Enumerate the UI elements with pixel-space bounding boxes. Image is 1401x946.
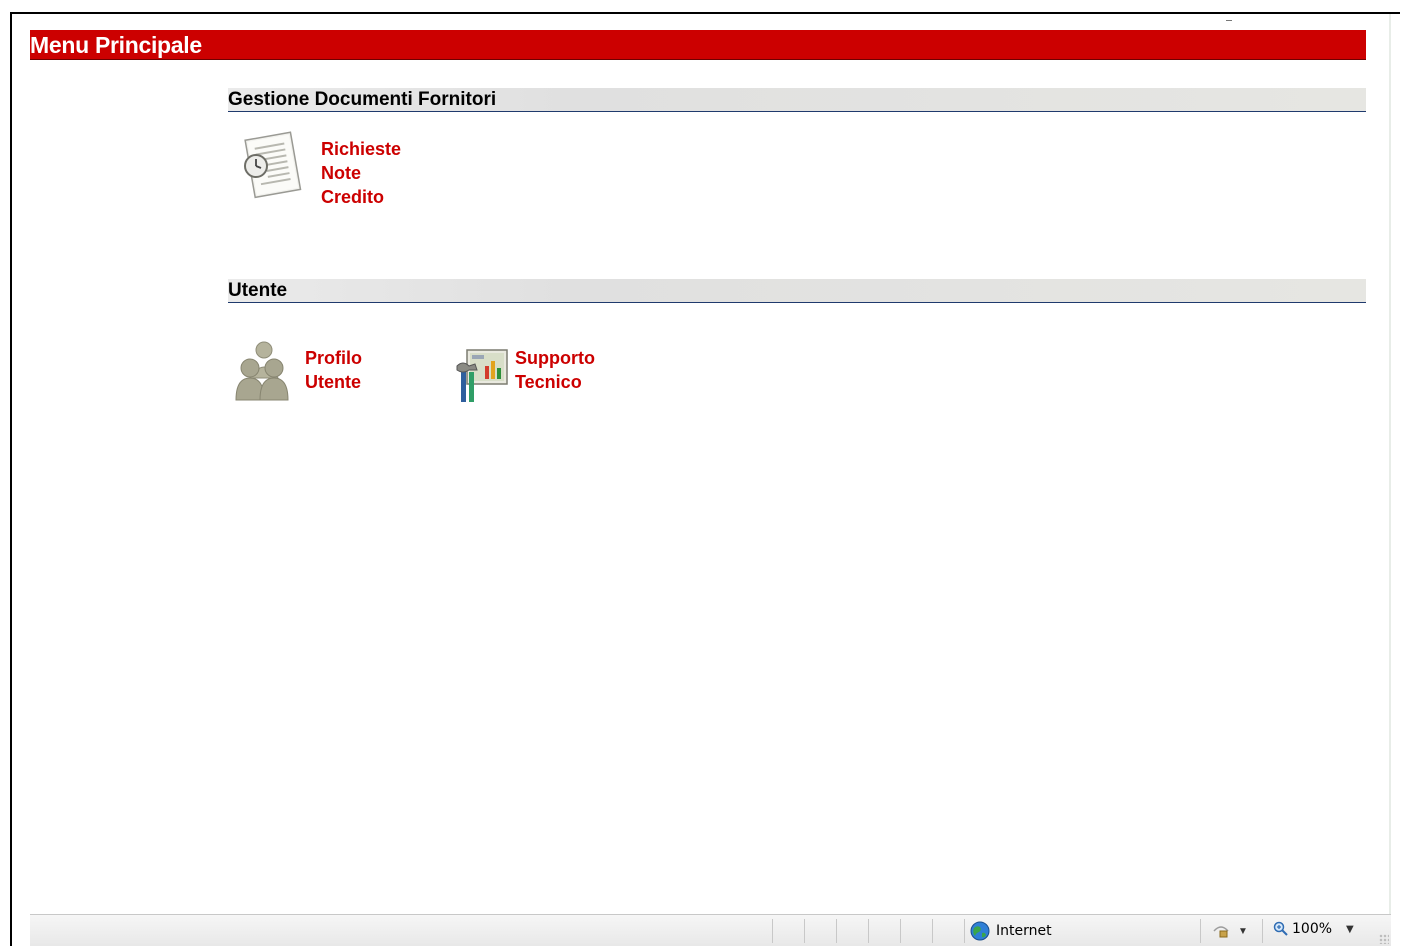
tile-profilo-utente[interactable]: Profilo Utente bbox=[234, 338, 362, 404]
section-header-gestione: Gestione Documenti Fornitori bbox=[228, 88, 1366, 112]
status-separator bbox=[868, 919, 869, 943]
section-title: Gestione Documenti Fornitori bbox=[228, 89, 497, 110]
tile-supporto-tecnico[interactable]: Supporto Tecnico bbox=[455, 346, 595, 404]
menu-header-bar: Menu Principale bbox=[30, 30, 1366, 60]
chevron-down-icon: ▼ bbox=[1238, 925, 1248, 937]
tile-label[interactable]: Richieste Note Credito bbox=[321, 137, 401, 209]
tile-label[interactable]: Supporto Tecnico bbox=[515, 346, 595, 394]
status-separator bbox=[836, 919, 837, 943]
tile-richieste-note-credito[interactable]: Richieste Note Credito bbox=[236, 130, 401, 209]
zone-label: Internet bbox=[996, 923, 1052, 939]
security-zone[interactable]: Internet bbox=[970, 921, 1052, 941]
status-separator bbox=[772, 919, 773, 943]
section-header-utente: Utente bbox=[228, 279, 1366, 303]
chevron-down-icon: ▼ bbox=[1346, 923, 1354, 935]
magnifier-icon bbox=[1273, 921, 1288, 936]
browser-content-frame bbox=[10, 12, 1400, 946]
tile-label[interactable]: Profilo Utente bbox=[305, 346, 362, 394]
decor-dash bbox=[1226, 20, 1232, 21]
zoom-label: 100% bbox=[1292, 921, 1333, 937]
protected-mode-button[interactable]: ▼ bbox=[1212, 923, 1248, 939]
users-icon bbox=[235, 341, 289, 401]
right-edge bbox=[1389, 14, 1391, 914]
resize-grip[interactable] bbox=[1379, 934, 1389, 944]
status-separator bbox=[900, 919, 901, 943]
status-bar: Internet ▼ 100% ▼ bbox=[30, 914, 1391, 946]
status-separator bbox=[1200, 919, 1201, 943]
globe-icon bbox=[970, 921, 990, 941]
section-title: Utente bbox=[228, 280, 288, 301]
document-clock-icon bbox=[244, 131, 302, 199]
page-title: Menu Principale bbox=[30, 32, 202, 58]
lock-icon bbox=[1213, 926, 1229, 938]
status-separator bbox=[1262, 919, 1263, 943]
status-separator bbox=[964, 919, 965, 943]
status-separator bbox=[932, 919, 933, 943]
zoom-control[interactable]: 100% ▼ bbox=[1273, 921, 1354, 937]
status-separator bbox=[804, 919, 805, 943]
tools-chart-icon bbox=[456, 349, 508, 402]
